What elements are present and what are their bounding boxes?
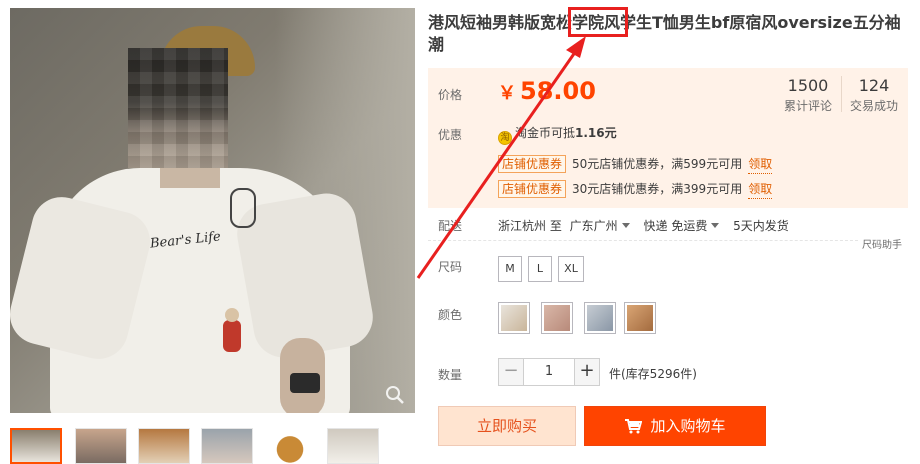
thumbnail[interactable]	[327, 428, 379, 464]
get-coupon-link[interactable]: 领取	[748, 180, 773, 199]
product-main-image[interactable]: Bear's Life	[10, 8, 415, 413]
delivery-info: 浙江杭州 至 广东广州 快递 免运费 5天内发货	[498, 217, 789, 234]
coupon-tag: 店铺优惠券	[498, 180, 567, 198]
coupon-tag: 店铺优惠券	[498, 155, 567, 173]
size-option-l[interactable]: L	[528, 256, 552, 282]
sales-count-label: 交易成功	[849, 99, 898, 113]
divider	[428, 240, 858, 241]
color-option[interactable]	[498, 302, 530, 334]
color-swatch	[587, 305, 613, 331]
buy-now-button[interactable]: 立即购买	[438, 406, 576, 446]
coupon-desc: 50元店铺优惠券，满599元可用	[572, 157, 743, 171]
pixelated-face	[128, 48, 228, 168]
price-label: 价格	[438, 88, 463, 102]
taobao-coin-icon: 淘	[498, 131, 512, 145]
dispatch-time: 5天内发货	[733, 219, 789, 233]
bear-print	[230, 188, 256, 228]
quantity-input[interactable]: 1	[524, 358, 574, 386]
size-label: 尺码	[438, 260, 463, 274]
sales-count: 124	[858, 76, 890, 95]
color-swatch	[544, 305, 570, 331]
quantity-label: 数量	[438, 368, 463, 382]
review-count-label: 累计评论	[783, 99, 832, 113]
color-option[interactable]	[584, 302, 616, 334]
coupon-row: 店铺优惠券 50元店铺优惠券，满599元可用 领取	[498, 155, 773, 174]
thumbnail[interactable]	[201, 428, 253, 464]
currency-symbol: ￥	[498, 83, 516, 104]
stock-text: 件(库存5296件)	[609, 367, 697, 381]
price-number: 58.00	[520, 77, 596, 105]
review-count-stat[interactable]: 1500 累计评论	[780, 76, 836, 114]
ship-from: 浙江杭州 至	[498, 219, 562, 233]
shipping-method-dropdown[interactable]: 快递 免运费	[644, 219, 730, 233]
annotation-highlight-box	[568, 7, 628, 37]
chevron-down-icon	[621, 223, 630, 228]
delivery-label: 配送	[438, 219, 463, 233]
thumbnail[interactable]	[138, 428, 190, 464]
get-coupon-link[interactable]: 领取	[748, 155, 773, 174]
coupon-desc: 30元店铺优惠券，满399元可用	[572, 182, 743, 196]
taobao-coin-line: 淘淘金币可抵1.16元	[498, 124, 617, 145]
color-option[interactable]	[624, 302, 656, 334]
price-value: ￥ 58.00	[498, 77, 596, 105]
ship-to-dropdown[interactable]: 广东广州	[570, 219, 640, 233]
size-option-xl[interactable]: XL	[558, 256, 584, 282]
add-to-cart-button[interactable]: 加入购物车	[584, 406, 766, 446]
size-helper-link[interactable]: 尺码助手	[862, 236, 902, 251]
color-option[interactable]	[541, 302, 573, 334]
sales-count-stat: 124 交易成功	[846, 76, 902, 114]
cart-icon	[625, 419, 643, 434]
review-count: 1500	[787, 76, 829, 95]
model-watch	[290, 373, 320, 393]
coin-text: 淘金币可抵	[515, 126, 576, 140]
stat-divider	[841, 76, 842, 112]
coin-amount: 1.16元	[575, 126, 617, 140]
thumbnail[interactable]	[10, 428, 62, 464]
thumbnail-strip	[10, 428, 420, 464]
quantity-increase-button[interactable]: +	[574, 358, 600, 386]
price-panel: 价格 ￥ 58.00 1500 累计评论 124 交易成功 优惠 淘淘金币可抵1.…	[428, 68, 908, 208]
thumbnail[interactable]	[75, 428, 127, 464]
chevron-down-icon	[711, 223, 720, 228]
size-option-m[interactable]: M	[498, 256, 522, 282]
add-to-cart-label: 加入购物车	[650, 417, 726, 435]
product-title: 港风短袖男韩版宽松学院风学生T恤男生bf原宿风oversize五分袖潮	[428, 13, 901, 54]
coupon-row: 店铺优惠券 30元店铺优惠券，满399元可用 领取	[498, 180, 773, 199]
color-swatch	[501, 305, 527, 331]
color-label: 颜色	[438, 308, 463, 322]
red-bear-print	[223, 308, 241, 352]
promo-label: 优惠	[438, 128, 463, 142]
zoom-icon[interactable]	[385, 385, 405, 405]
quantity-decrease-button[interactable]: −	[498, 358, 524, 386]
color-swatch	[627, 305, 653, 331]
thumbnail[interactable]	[264, 428, 316, 464]
